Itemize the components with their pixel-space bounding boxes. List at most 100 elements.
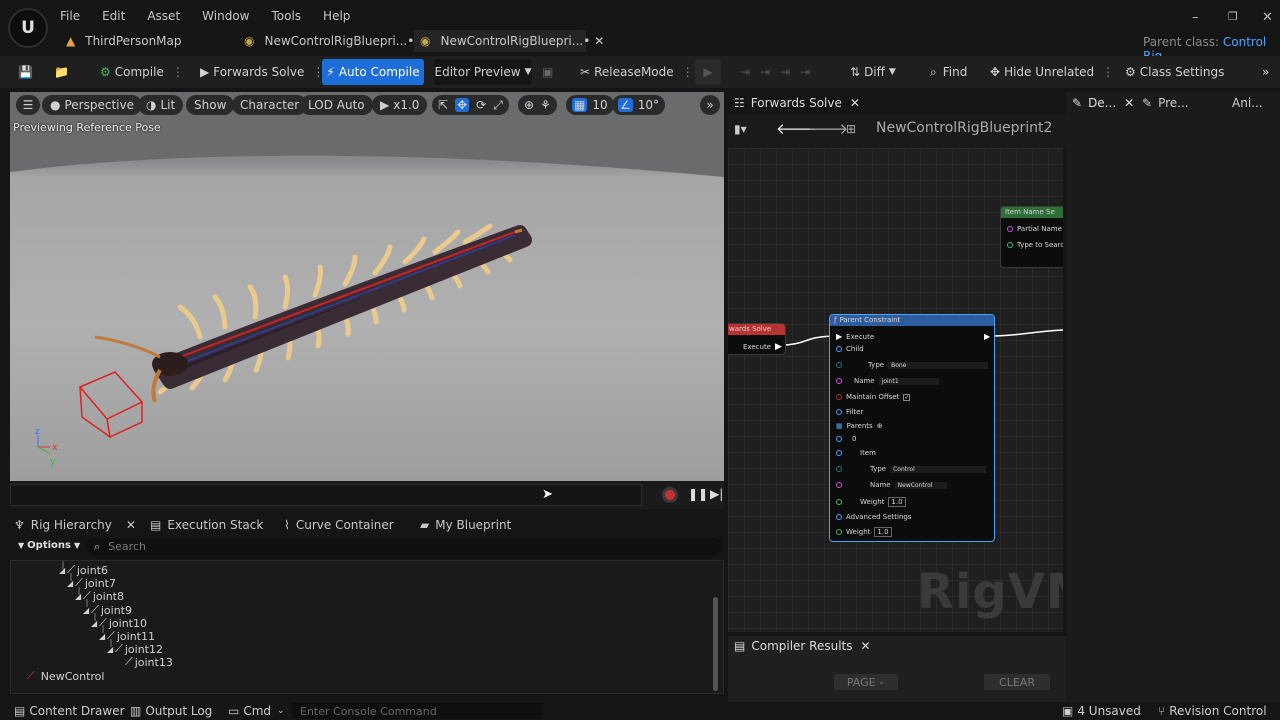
- tree-item-joint12[interactable]: ◢ ⟋ joint12: [107, 642, 163, 656]
- select-icon[interactable]: ⇱: [438, 98, 448, 112]
- clear-button[interactable]: CLEAR: [984, 674, 1050, 690]
- checkbox-icon[interactable]: ✓: [903, 393, 911, 401]
- perspective-button[interactable]: ● Perspective: [42, 95, 142, 115]
- tab-animation[interactable]: Ani...: [1232, 96, 1263, 110]
- angle-snap-button[interactable]: ∠ 10°: [612, 95, 666, 115]
- tree-item-joint11[interactable]: ◢ ⟋ joint11: [99, 629, 155, 643]
- output-log-button[interactable]: ▥ Output Log: [130, 704, 212, 718]
- tab-details[interactable]: ✎ De... ✕: [1072, 96, 1134, 110]
- graph-canvas[interactable]: Item Name Se Partial Name Type to Search…: [728, 148, 1063, 632]
- world-icon[interactable]: ⊕: [524, 98, 534, 112]
- tab-my-blueprint[interactable]: ▰ My Blueprint: [420, 518, 511, 532]
- name-dropdown[interactable]: NewControl: [894, 481, 947, 489]
- tab-preview[interactable]: ✎ Pre...: [1142, 96, 1189, 110]
- tab-forwards-solve[interactable]: ☷ Forwards Solve ✕: [734, 96, 860, 110]
- menu-file[interactable]: File: [60, 9, 80, 23]
- pin-icon[interactable]: [836, 346, 842, 352]
- type-dropdown[interactable]: Bone: [888, 361, 989, 369]
- options-dropdown[interactable]: ▼ Options ▼: [18, 540, 80, 551]
- menu-edit[interactable]: Edit: [102, 9, 125, 23]
- pin-icon[interactable]: [836, 378, 842, 384]
- lod-button[interactable]: LOD Auto: [300, 95, 373, 115]
- tree-item-joint6[interactable]: ◢ ⟋ joint6: [59, 563, 108, 577]
- weight-input[interactable]: 1.0: [888, 497, 906, 507]
- save-icon[interactable]: 💾: [18, 62, 33, 82]
- playback-speed-button[interactable]: ▶ x1.0: [372, 95, 428, 115]
- hide-options-icon[interactable]: ⋮: [1102, 65, 1114, 79]
- tree-item-newcontrol[interactable]: ⟋ NewControl: [27, 669, 104, 683]
- tree-scrollbar[interactable]: [713, 597, 718, 691]
- pin-icon[interactable]: [836, 514, 842, 520]
- move-icon[interactable]: ✥: [455, 98, 470, 112]
- exec-pin-icon[interactable]: ▶: [836, 332, 842, 341]
- class-settings-button[interactable]: ⚙ Class Settings: [1125, 62, 1224, 82]
- node-forwards-solve[interactable]: wards Solve Execute ▶: [728, 323, 786, 355]
- rotate-icon[interactable]: ⟳: [476, 98, 486, 112]
- menu-help[interactable]: Help: [323, 9, 350, 23]
- pin-icon[interactable]: [836, 450, 842, 456]
- pin-icon[interactable]: [836, 409, 842, 415]
- hide-unrelated-button[interactable]: ✥ Hide Unrelated ⋮: [990, 62, 1114, 82]
- restore-icon[interactable]: ❐: [1228, 10, 1238, 23]
- viewport[interactable]: z x y ☰ ● Perspective ◑ Lit Show Charact…: [10, 92, 724, 481]
- compile-button[interactable]: ⚙ Compile ⋮: [100, 62, 184, 82]
- node-item-name-search[interactable]: Item Name Se Partial Name Type to Search: [1000, 206, 1063, 268]
- unsaved-button[interactable]: ▣ 4 Unsaved: [1062, 704, 1141, 718]
- close-icon[interactable]: ✕: [594, 34, 604, 48]
- tree-item-joint13[interactable]: ⟋ joint13: [125, 655, 173, 669]
- control-gizmo-box[interactable]: [78, 371, 144, 439]
- revision-control-button[interactable]: ⑂ Revision Control: [1158, 704, 1267, 718]
- exec-out-pin-icon[interactable]: ▶: [984, 332, 990, 341]
- tree-item-joint10[interactable]: ◢ ⟋ joint10: [91, 616, 147, 630]
- graph-breadcrumb[interactable]: NewControlRigBlueprint2: [876, 120, 1052, 136]
- release-mode-button[interactable]: ✂ ReleaseMode ⋮: [580, 62, 694, 82]
- pin-icon[interactable]: [1007, 242, 1013, 248]
- editor-preview-dropdown[interactable]: Editor Preview ▼: [434, 59, 532, 85]
- release-options-icon[interactable]: ⋮: [682, 65, 694, 79]
- tab-compiler-results[interactable]: ▤ Compiler Results ✕: [734, 639, 871, 653]
- cmd-dropdown[interactable]: ▭ Cmd ⌄: [228, 704, 285, 718]
- tab-controlrig-1[interactable]: ◉ NewControlRigBluepri...•: [238, 30, 414, 52]
- browse-icon[interactable]: 📁: [54, 62, 69, 82]
- close-icon[interactable]: ✕: [850, 96, 860, 110]
- name-dropdown[interactable]: joint1: [878, 377, 939, 385]
- tab-thirdpersonmap[interactable]: ▲ ThirdPersonMap: [62, 30, 232, 52]
- forwards-solve-button[interactable]: ▶ Forwards Solve ⋮: [200, 62, 324, 82]
- tree-item-joint8[interactable]: ◢ ⟋ joint8: [75, 589, 124, 603]
- viewport-menu-icon[interactable]: ☰: [16, 95, 40, 115]
- search-input[interactable]: ⌕ Search: [86, 538, 722, 555]
- lit-button[interactable]: ◑ Lit: [138, 95, 184, 115]
- pin-icon[interactable]: [836, 394, 842, 400]
- console-input[interactable]: Enter Console Command: [292, 703, 542, 719]
- tab-curve-container[interactable]: ⌇ Curve Container: [284, 518, 394, 532]
- pause-icon[interactable]: ❚❚: [688, 487, 708, 501]
- weight-input[interactable]: 1.0: [874, 527, 892, 537]
- type-dropdown[interactable]: Control: [890, 465, 987, 473]
- close-icon[interactable]: ✕: [861, 639, 871, 653]
- surface-icon[interactable]: ⚘: [540, 98, 551, 112]
- hierarchy-nav-icon[interactable]: ⊞: [846, 122, 856, 136]
- minimize-icon[interactable]: –: [1192, 10, 1199, 25]
- close-icon[interactable]: ✕: [1124, 96, 1134, 110]
- compile-options-icon[interactable]: ⋮: [172, 65, 184, 79]
- expand-icon[interactable]: ◢: [107, 645, 113, 654]
- diff-button[interactable]: ⇅ Diff ▼: [850, 62, 896, 82]
- node-parent-constraint[interactable]: ƒ Parent Constraint ▶ Execute ▶ Child Type…: [829, 314, 995, 542]
- expand-icon[interactable]: ◢: [67, 579, 73, 588]
- expand-icon[interactable]: ◢: [75, 592, 81, 601]
- menu-tools[interactable]: Tools: [271, 9, 301, 23]
- pin-icon[interactable]: [1007, 226, 1013, 232]
- close-icon[interactable]: ✕: [126, 518, 136, 532]
- pin-icon[interactable]: [836, 362, 842, 368]
- bookmark-icon[interactable]: ▮▾: [734, 122, 747, 136]
- preview-settings-icon[interactable]: ▣: [542, 62, 553, 82]
- menu-window[interactable]: Window: [202, 9, 249, 23]
- array-pin-icon[interactable]: ▦: [836, 422, 843, 430]
- pin-icon[interactable]: [836, 499, 842, 505]
- grid-snap-button[interactable]: ▦ 10: [566, 95, 614, 115]
- tab-controlrig-2[interactable]: ◉ NewControlRigBluepri...• ✕: [414, 30, 604, 52]
- auto-compile-button[interactable]: ⚡ Auto Compile: [322, 59, 424, 85]
- tab-execution-stack[interactable]: ▤ Execution Stack: [150, 518, 263, 532]
- close-window-icon[interactable]: ✕: [1262, 10, 1273, 25]
- exec-pin-icon[interactable]: ▶: [775, 342, 782, 352]
